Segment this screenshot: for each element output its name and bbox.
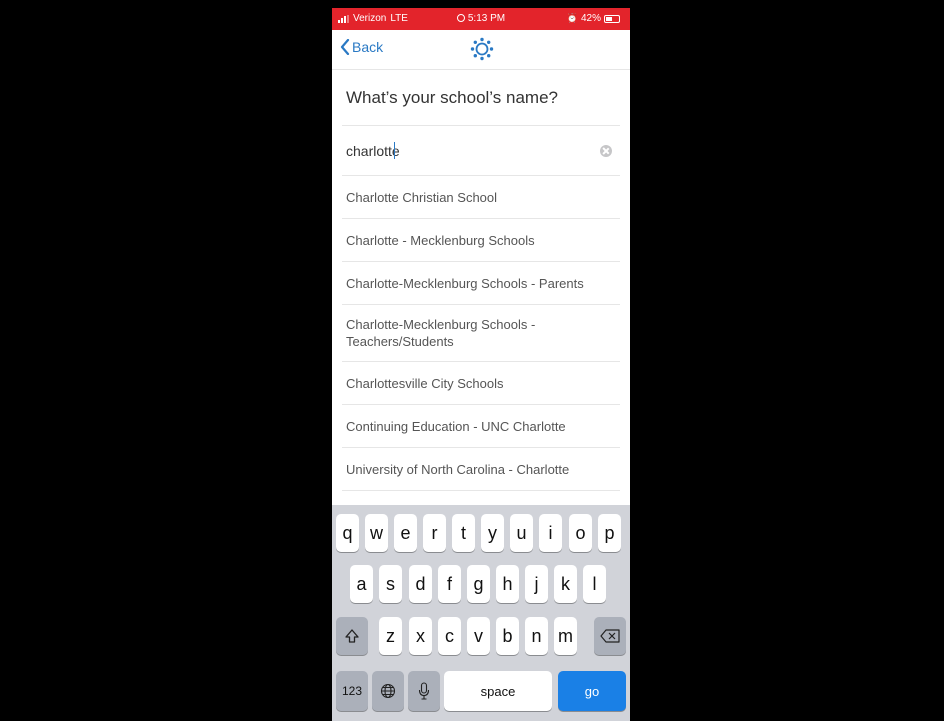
chevron-left-icon [340,39,350,55]
navigation-bar: Back [332,30,630,70]
key-l[interactable]: l [583,565,606,603]
recording-icon [456,14,465,22]
key-c[interactable]: c [438,617,461,655]
canvas-logo-icon [470,37,494,61]
result-item[interactable]: Charlotte-Mecklenburg Schools - Teachers… [342,305,620,362]
key-q[interactable]: q [336,514,359,552]
key-m[interactable]: m [554,617,577,655]
shift-key[interactable] [336,617,368,655]
school-results-list: Charlotte Christian School Charlotte - M… [342,176,620,491]
space-key[interactable]: space [444,671,552,711]
numbers-key[interactable]: 123 [336,671,368,711]
status-time: 5:13 PM [467,13,506,24]
key-a[interactable]: a [350,565,373,603]
backspace-key[interactable] [594,617,626,655]
microphone-icon [418,682,430,700]
back-label: Back [352,39,384,55]
battery-percent: 42% [580,13,601,24]
key-t[interactable]: t [452,514,475,552]
key-z[interactable]: z [379,617,402,655]
key-v[interactable]: v [467,617,490,655]
school-search-input[interactable] [346,140,586,162]
key-n[interactable]: n [525,617,548,655]
result-item[interactable]: Charlotte - Mecklenburg Schools [342,219,620,262]
globe-icon [380,683,396,699]
battery-icon [604,14,620,23]
key-k[interactable]: k [554,565,577,603]
key-p[interactable]: p [598,514,621,552]
delete-icon [600,629,620,643]
battery-info: ⏰ 42% [567,13,620,24]
key-i[interactable]: i [539,514,562,552]
key-x[interactable]: x [409,617,432,655]
key-w[interactable]: w [365,514,388,552]
key-r[interactable]: r [423,514,446,552]
key-o[interactable]: o [569,514,592,552]
key-e[interactable]: e [394,514,417,552]
key-s[interactable]: s [379,565,402,603]
clear-search-button[interactable] [600,145,612,157]
result-item[interactable]: University of North Carolina - Charlotte [342,448,620,491]
phone-screen: Verizon LTE 5:13 PM ⏰ 42% Back What’s yo… [332,8,630,721]
title-row: What’s your school’s name? [346,88,616,108]
status-bar: Verizon LTE 5:13 PM ⏰ 42% [332,8,630,30]
dictation-key[interactable] [408,671,440,711]
key-g[interactable]: g [467,565,490,603]
result-item[interactable]: Continuing Education - UNC Charlotte [342,405,620,448]
text-caret [394,142,395,159]
result-item[interactable]: Charlotte-Mecklenburg Schools - Parents [342,262,620,305]
on-screen-keyboard: q w e r t y u i o p a s d f g h j k l z … [332,505,630,721]
key-d[interactable]: d [409,565,432,603]
result-item[interactable]: Charlottesville City Schools [342,362,620,405]
globe-key[interactable] [372,671,404,711]
search-row [342,126,620,176]
key-u[interactable]: u [510,514,533,552]
key-b[interactable]: b [496,617,519,655]
key-j[interactable]: j [525,565,548,603]
key-y[interactable]: y [481,514,504,552]
back-button[interactable]: Back [340,39,383,55]
page-title: What’s your school’s name? [346,88,558,107]
go-key[interactable]: go [558,671,626,711]
key-f[interactable]: f [438,565,461,603]
key-h[interactable]: h [496,565,519,603]
alarm-icon: ⏰ [566,13,578,23]
shift-arrow-icon [345,629,359,643]
result-item[interactable]: Charlotte Christian School [342,176,620,219]
